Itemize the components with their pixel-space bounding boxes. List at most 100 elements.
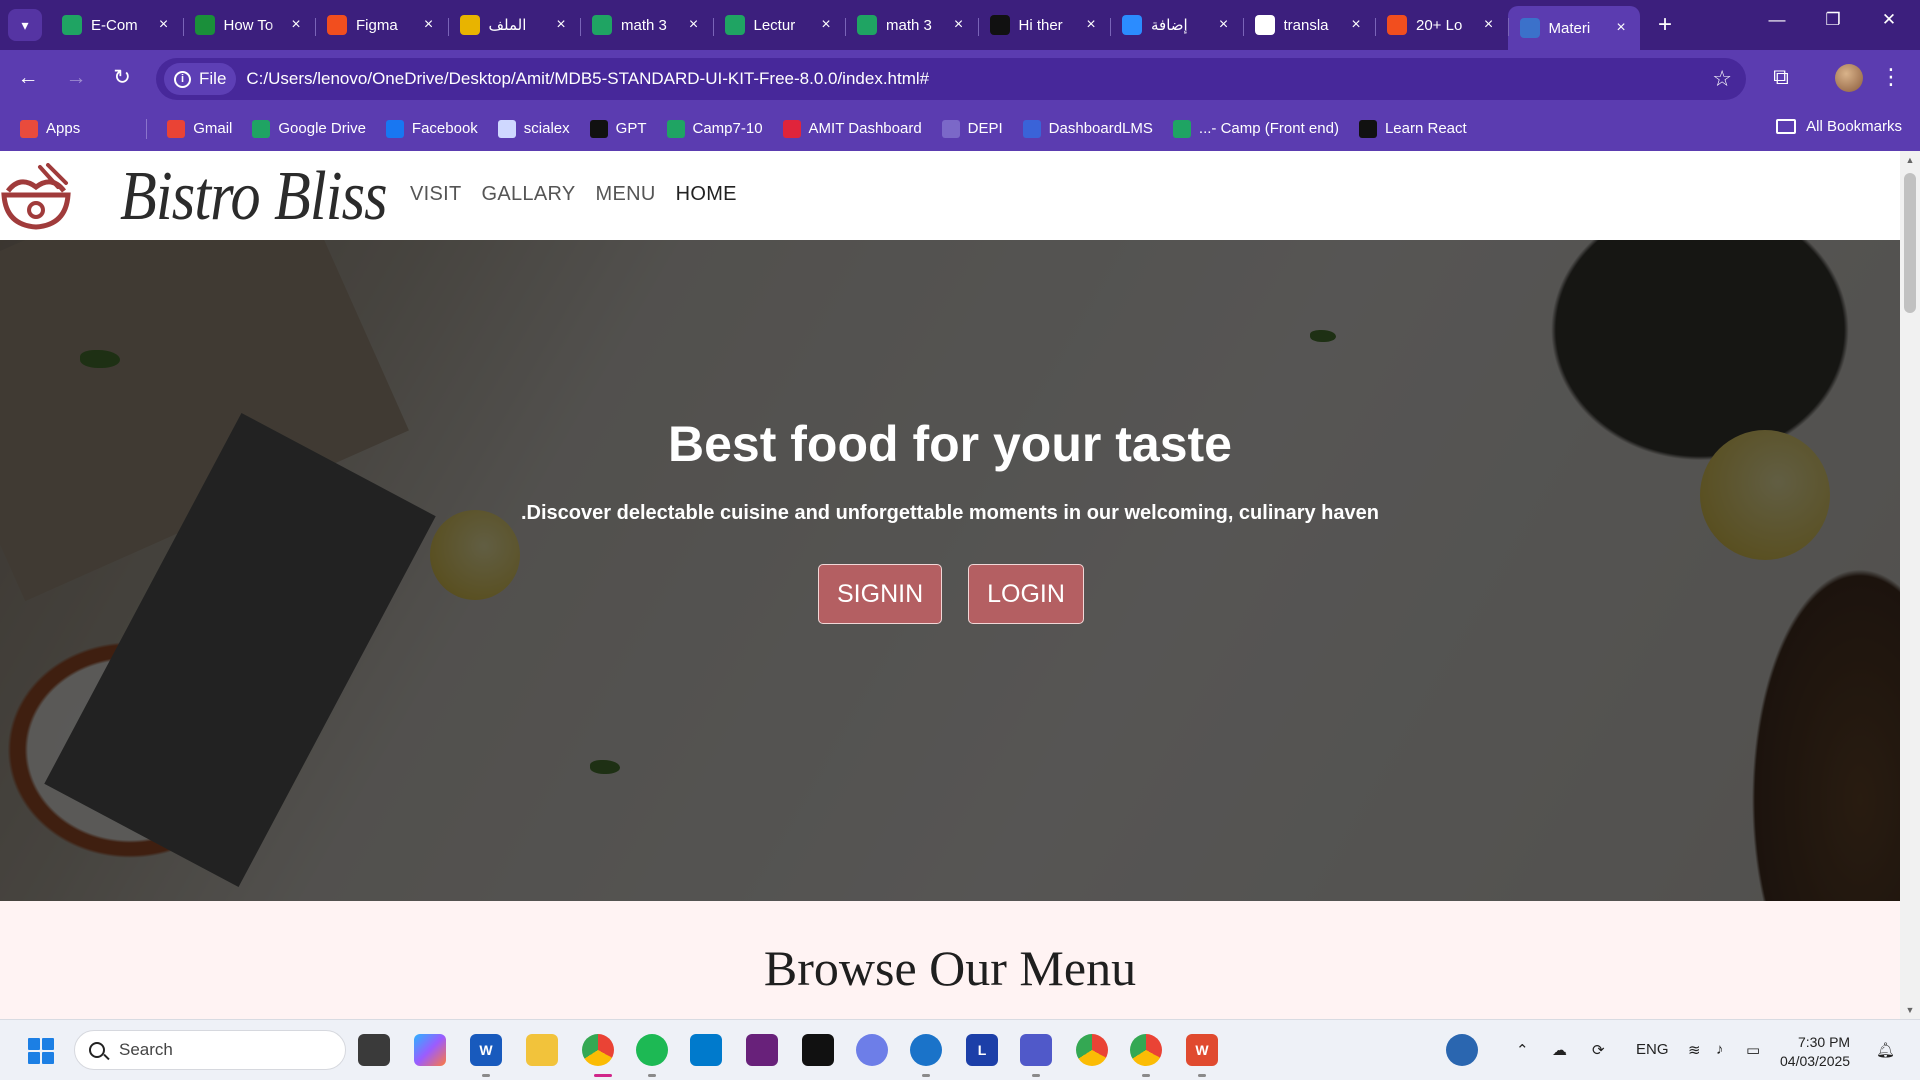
browser-tab[interactable]: Hi ther × bbox=[977, 6, 1111, 44]
nav-link-gallary[interactable]: GALLARY bbox=[482, 183, 576, 206]
tab-title: E-Com bbox=[91, 16, 138, 34]
vscode-icon[interactable] bbox=[690, 1034, 722, 1066]
close-tab-icon[interactable]: × bbox=[685, 16, 703, 34]
tab-search-button[interactable]: ▾ bbox=[8, 9, 42, 41]
browser-tab[interactable]: Materi × bbox=[1507, 6, 1640, 50]
browser-tab[interactable]: math 3 × bbox=[580, 6, 713, 44]
tray-app-icon[interactable] bbox=[1446, 1034, 1478, 1066]
battery-icon[interactable]: ▭ bbox=[1746, 1041, 1760, 1059]
browser-tab[interactable]: إضافة × bbox=[1110, 6, 1243, 44]
close-tab-icon[interactable]: × bbox=[552, 16, 570, 34]
menu-section: Browse Our Menu bbox=[0, 901, 1900, 1019]
profile-avatar[interactable] bbox=[1835, 64, 1863, 92]
close-tab-icon[interactable]: × bbox=[1215, 16, 1233, 34]
close-tab-icon[interactable]: × bbox=[1480, 16, 1498, 34]
close-tab-icon[interactable]: × bbox=[155, 16, 173, 34]
bookmark-item[interactable] bbox=[100, 119, 126, 138]
browser-tab[interactable]: Figma × bbox=[315, 6, 448, 44]
file-explorer-icon[interactable] bbox=[526, 1034, 558, 1066]
bookmark-item[interactable]: ...- Camp (Front end) bbox=[1172, 119, 1339, 138]
language-indicator[interactable]: ENG bbox=[1636, 1041, 1669, 1058]
bookmark-item[interactable]: GPT bbox=[589, 119, 647, 138]
browser-tab[interactable]: How To × bbox=[182, 6, 316, 44]
browser-tab[interactable]: E-Com × bbox=[50, 6, 183, 44]
bookmark-item[interactable]: Gmail bbox=[167, 119, 232, 138]
menu-kebab-icon[interactable]: ⋮ bbox=[1876, 64, 1906, 90]
start-button[interactable] bbox=[28, 1038, 54, 1064]
signin-button[interactable]: SIGNIN bbox=[818, 564, 943, 624]
url-text[interactable]: C:/Users/lenovo/OneDrive/Desktop/Amit/MD… bbox=[246, 69, 929, 89]
edge-icon[interactable] bbox=[910, 1034, 942, 1066]
brand-name[interactable]: Bistro Bliss bbox=[120, 157, 388, 237]
tab-strip: ▾ E-Com × How To × Figma × الملف × math 3 × Lectur… bbox=[0, 0, 1920, 50]
chevron-up-icon[interactable]: ⌃ bbox=[1516, 1041, 1529, 1059]
bowl-logo-icon[interactable] bbox=[0, 163, 72, 231]
site-info-chip[interactable]: i File bbox=[164, 63, 237, 95]
close-tab-icon[interactable]: × bbox=[287, 16, 305, 34]
wps-icon[interactable]: W bbox=[1186, 1034, 1218, 1066]
back-button[interactable]: ← bbox=[14, 64, 42, 92]
app-icon[interactable] bbox=[856, 1034, 888, 1066]
tab-title: Figma bbox=[356, 16, 398, 34]
close-tab-icon[interactable]: × bbox=[1082, 16, 1100, 34]
wifi-icon[interactable]: ≋ bbox=[1688, 1041, 1701, 1059]
l-app-icon[interactable]: L bbox=[966, 1034, 998, 1066]
bookmark-item[interactable]: Learn React bbox=[1358, 119, 1467, 138]
address-bar[interactable]: i File C:/Users/lenovo/OneDrive/Desktop/… bbox=[156, 58, 1746, 100]
close-tab-icon[interactable]: × bbox=[420, 16, 438, 34]
close-tab-icon[interactable]: × bbox=[817, 16, 835, 34]
taskbar-search[interactable]: Search bbox=[74, 1030, 346, 1070]
clock[interactable]: 7:30 PM 04/03/2025 bbox=[1780, 1033, 1850, 1071]
all-bookmarks-button[interactable]: All Bookmarks bbox=[1776, 118, 1902, 135]
bookmark-item[interactable]: scialex bbox=[497, 119, 570, 138]
close-window-button[interactable]: ✕ bbox=[1866, 10, 1912, 30]
jetbrains-icon[interactable] bbox=[802, 1034, 834, 1066]
bookmark-item[interactable]: DashboardLMS bbox=[1022, 119, 1153, 138]
task-view-icon[interactable] bbox=[358, 1034, 390, 1066]
teams-icon[interactable] bbox=[1020, 1034, 1052, 1066]
bookmark-item[interactable]: AMIT Dashboard bbox=[782, 119, 922, 138]
bookmark-item[interactable]: Facebook bbox=[385, 119, 478, 138]
bookmark-star-icon[interactable]: ☆ bbox=[1712, 66, 1732, 92]
login-button[interactable]: LOGIN bbox=[968, 564, 1084, 624]
new-tab-button[interactable]: + bbox=[1652, 12, 1678, 38]
nav-link-visit[interactable]: VISIT bbox=[410, 183, 462, 206]
reload-button[interactable]: ↻ bbox=[108, 64, 136, 92]
tab-title: math 3 bbox=[886, 16, 932, 34]
scrollbar-thumb[interactable] bbox=[1904, 173, 1916, 313]
restore-button[interactable]: ❐ bbox=[1810, 10, 1856, 30]
cloud-icon[interactable]: ☁ bbox=[1552, 1041, 1567, 1059]
close-tab-icon[interactable]: × bbox=[1612, 19, 1630, 37]
scroll-up-icon[interactable]: ▲ bbox=[1904, 155, 1916, 165]
minimize-button[interactable]: — bbox=[1754, 10, 1800, 30]
spotify-icon[interactable] bbox=[636, 1034, 668, 1066]
sync-icon[interactable]: ⟳ bbox=[1592, 1041, 1605, 1059]
browser-tab[interactable]: transla × bbox=[1242, 6, 1376, 44]
chrome-profile-icon[interactable] bbox=[1130, 1034, 1162, 1066]
visual-studio-icon[interactable] bbox=[746, 1034, 778, 1066]
close-tab-icon[interactable]: × bbox=[1347, 16, 1365, 34]
scroll-down-icon[interactable]: ▼ bbox=[1904, 1005, 1916, 1015]
page-scrollbar[interactable]: ▲ ▼ bbox=[1900, 151, 1920, 1019]
notification-bell-icon[interactable]: 🔔︎ bbox=[1876, 1041, 1895, 1059]
word-icon[interactable]: W bbox=[470, 1034, 502, 1066]
forward-button[interactable]: → bbox=[62, 64, 90, 92]
tab-title: Hi ther bbox=[1018, 16, 1063, 34]
mdb-icon bbox=[1519, 18, 1540, 38]
bookmark-item[interactable]: Camp7-10 bbox=[666, 119, 763, 138]
copilot-icon[interactable] bbox=[414, 1034, 446, 1066]
browser-tab[interactable]: الملف × bbox=[447, 6, 581, 44]
nav-link-home[interactable]: HOME bbox=[676, 183, 737, 206]
browser-tab[interactable]: 20+ Lo × bbox=[1375, 6, 1508, 44]
browser-tab[interactable]: math 3 × bbox=[845, 6, 978, 44]
chrome-icon[interactable] bbox=[582, 1034, 614, 1066]
bookmark-item[interactable]: Google Drive bbox=[252, 119, 366, 138]
bookmark-item[interactable]: Apps bbox=[20, 119, 80, 138]
nav-link-menu[interactable]: MENU bbox=[596, 183, 656, 206]
browser-tab[interactable]: Lectur × bbox=[712, 6, 846, 44]
extensions-icon[interactable]: ⧉ bbox=[1766, 64, 1796, 90]
volume-icon[interactable]: ♪ bbox=[1716, 1041, 1724, 1058]
chrome-profile-icon[interactable] bbox=[1076, 1034, 1108, 1066]
close-tab-icon[interactable]: × bbox=[950, 16, 968, 34]
bookmark-item[interactable]: DEPI bbox=[941, 119, 1003, 138]
